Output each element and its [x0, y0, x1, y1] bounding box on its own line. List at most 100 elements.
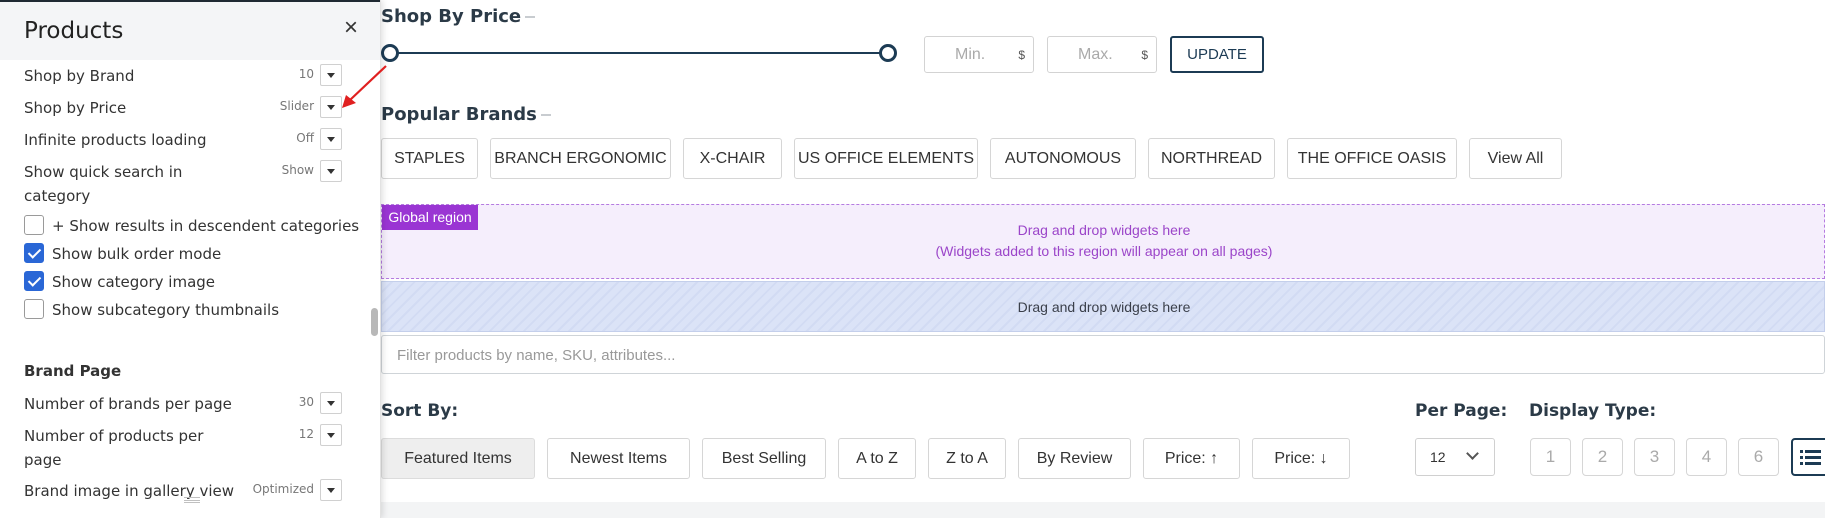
checkbox-row-bulk-order[interactable]: Show bulk order mode [24, 242, 354, 264]
brand-button-x-chair[interactable]: X-CHAIR [683, 138, 782, 179]
price-slider-track[interactable] [391, 52, 889, 54]
checkbox-label: Show category image [52, 273, 216, 291]
setting-label: Number of brands per page [24, 395, 232, 413]
setting-value: 12 [298, 427, 314, 441]
update-price-button[interactable]: UPDATE [1170, 36, 1264, 73]
list-line [1800, 462, 1821, 465]
setting-label: Shop by Brand [24, 67, 135, 85]
global-region-hint: Drag and drop widgets here [1017, 222, 1191, 238]
per-page-select[interactable]: 12 [1415, 438, 1495, 476]
min-price-placeholder: Min. [955, 46, 986, 63]
price-slider-min-handle[interactable] [381, 44, 399, 62]
display-columns-4-button[interactable]: 4 [1686, 438, 1727, 476]
checkbox-label: Show subcategory thumbnails [52, 301, 280, 319]
checkbox-label: Show bulk order mode [52, 245, 222, 263]
shop-by-price-title: Shop By Price [381, 6, 536, 27]
close-icon[interactable]: × [344, 16, 358, 40]
display-type-label: Display Type: [1529, 401, 1657, 421]
brand-button-staples[interactable]: STAPLES [381, 138, 478, 179]
sort-option-a-to-z[interactable]: A to Z [838, 438, 916, 479]
display-columns-6-button[interactable]: 6 [1738, 438, 1779, 476]
setting-label: Show quick search in category [24, 163, 183, 205]
list-line [1800, 456, 1821, 459]
setting-row-shop-by-brand: Shop by Brand 10 [24, 64, 344, 88]
checkbox-row-category-image[interactable]: Show category image [24, 270, 354, 292]
popular-brands-title: Popular Brands [381, 104, 551, 125]
currency-symbol: $ [1018, 48, 1025, 62]
setting-row-brands-per-page: Number of brands per page 30 [24, 392, 344, 416]
panel-title: Products [24, 18, 124, 44]
setting-value: Off [296, 131, 314, 145]
setting-value: Show [281, 163, 314, 177]
display-columns-3-button[interactable]: 3 [1634, 438, 1675, 476]
setting-value: Optimized [252, 482, 314, 496]
brand-button-the-office-oasis[interactable]: THE OFFICE OASIS [1287, 138, 1457, 179]
checkbox[interactable] [24, 215, 44, 235]
product-filter-placeholder: Filter products by name, SKU, attributes… [397, 347, 676, 364]
sort-by-label: Sort By: [381, 401, 459, 421]
brand-button-us-office-elements[interactable]: US OFFICE ELEMENTS [794, 138, 978, 179]
price-slider-max-handle[interactable] [879, 44, 897, 62]
max-price-input[interactable]: Max. $ [1047, 36, 1157, 73]
list-line [1800, 450, 1821, 453]
dropdown-button[interactable] [320, 424, 342, 446]
per-page-value: 12 [1430, 449, 1446, 465]
sort-option-price-desc[interactable]: Price: ↓ [1252, 438, 1350, 479]
setting-row-quick-search: Show quick search in category Show [24, 160, 344, 208]
checkbox-row-subcategory-thumbnails[interactable]: Show subcategory thumbnails [24, 298, 354, 320]
max-price-placeholder: Max. [1078, 46, 1113, 63]
brand-button-northread[interactable]: NORTHREAD [1148, 138, 1275, 179]
sort-option-featured[interactable]: Featured Items [381, 438, 535, 479]
resize-grip-icon[interactable] [184, 497, 200, 503]
panel-header: Products × [0, 0, 380, 60]
setting-value: 30 [298, 395, 314, 409]
main-content: Shop By Price Min. $ Max. $ UPDATE Popul… [381, 0, 1825, 518]
dropdown-button[interactable] [320, 479, 342, 501]
widget-dropzone[interactable]: Drag and drop widgets here [381, 281, 1825, 332]
setting-value: Slider [279, 99, 314, 113]
annotation-arrow-icon [342, 65, 387, 108]
list-view-icon[interactable] [1791, 438, 1825, 476]
checkbox[interactable] [24, 243, 44, 263]
min-price-input[interactable]: Min. $ [924, 36, 1034, 73]
settings-panel: Products × Shop by Brand 10 Shop by Pric… [0, 0, 381, 518]
global-region-note: (Widgets added to this region will appea… [935, 243, 1273, 259]
setting-label: Infinite products loading [24, 131, 207, 149]
title-dash [540, 114, 551, 116]
display-columns-1-button[interactable]: 1 [1530, 438, 1571, 476]
display-columns-2-button[interactable]: 2 [1582, 438, 1623, 476]
brand-button-autonomous[interactable]: AUTONOMOUS [990, 138, 1136, 179]
setting-label: Shop by Price [24, 99, 127, 117]
sort-option-newest[interactable]: Newest Items [547, 438, 690, 479]
brand-button-branch-ergonomic[interactable]: BRANCH ERGONOMIC [490, 138, 671, 179]
dropdown-button[interactable] [320, 160, 342, 182]
sort-option-best-selling[interactable]: Best Selling [702, 438, 826, 479]
checkbox[interactable] [24, 299, 44, 319]
popular-brands-title-text: Popular Brands [381, 104, 537, 125]
global-region-dropzone[interactable]: Global region Drag and drop widgets here… [381, 204, 1825, 279]
sort-option-by-review[interactable]: By Review [1018, 438, 1131, 479]
checkbox-row-descendent[interactable]: + Show results in descendent categories [24, 214, 359, 236]
widget-dropzone-hint: Drag and drop widgets here [1017, 299, 1191, 315]
panel-scrollbar[interactable] [371, 308, 378, 336]
setting-row-products-per-page: Number of products per page 12 [24, 424, 344, 472]
product-filter-input[interactable]: Filter products by name, SKU, attributes… [381, 335, 1825, 374]
chevron-down-icon [1466, 447, 1479, 460]
title-dash [525, 16, 536, 18]
sort-option-price-asc[interactable]: Price: ↑ [1143, 438, 1240, 479]
currency-symbol: $ [1141, 48, 1148, 62]
checkbox-label: + Show results in descendent categories [52, 217, 360, 235]
view-all-brands-button[interactable]: View All [1469, 138, 1562, 179]
setting-label: Number of products per page [24, 427, 204, 469]
dropdown-button[interactable] [320, 128, 342, 150]
setting-label: Brand image in gallery view [24, 482, 235, 500]
shop-by-price-title-text: Shop By Price [381, 6, 522, 27]
brand-page-heading: Brand Page [24, 362, 122, 380]
page-bottom-band [381, 502, 1825, 518]
panel-top-strip [0, 0, 380, 2]
sort-option-z-to-a[interactable]: Z to A [928, 438, 1006, 479]
per-page-label: Per Page: [1415, 401, 1508, 421]
dropdown-button[interactable] [320, 392, 342, 414]
setting-row-shop-by-price: Shop by Price Slider [24, 96, 344, 120]
checkbox[interactable] [24, 271, 44, 291]
